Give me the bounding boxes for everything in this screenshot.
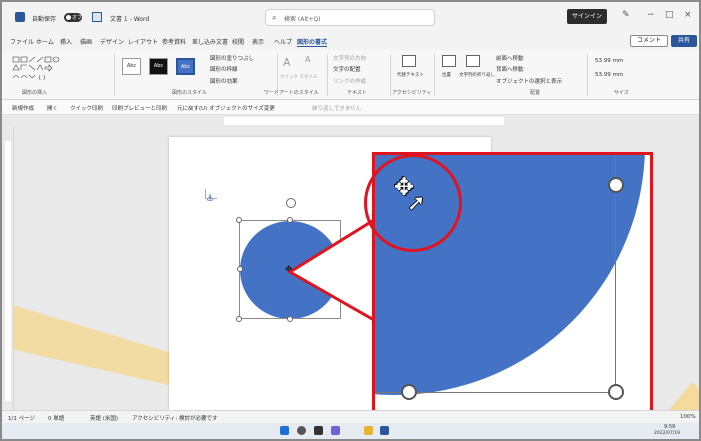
taskview-icon[interactable] [314,426,323,435]
zoom-level[interactable]: 100% [680,414,696,420]
zoomed-resize-handle [608,384,624,400]
start-icon[interactable] [280,426,289,435]
zoomed-pointer-icon: ➚ [407,191,426,216]
explorer-icon[interactable] [364,426,373,435]
zoomed-resize-handle [608,177,624,193]
accessibility-status[interactable]: アクセシビリティ: 検討が必要です [132,414,218,422]
word-taskbar-icon[interactable] [380,426,389,435]
taskbar: 9:59 2022/07/19 [2,423,699,439]
status-bar: 1/1 ページ 0 単語 英語 (米国) アクセシビリティ: 検討が必要です 1… [2,410,699,423]
language-status[interactable]: 英語 (米国) [90,414,118,422]
page-count[interactable]: 1/1 ページ [8,414,35,422]
clock-date[interactable]: 2022/07/19 [654,431,680,436]
zoomed-resize-handle [401,384,417,400]
chat-icon[interactable] [331,426,340,435]
clock-time[interactable]: 9:59 [664,424,675,430]
search-taskbar-icon[interactable] [297,426,306,435]
word-count[interactable]: 0 単語 [48,414,64,422]
word-window: 自動保存 オフ 文書 1 - Word ⌕ 検索 (Alt+Q) サインイン ✎… [0,0,701,441]
